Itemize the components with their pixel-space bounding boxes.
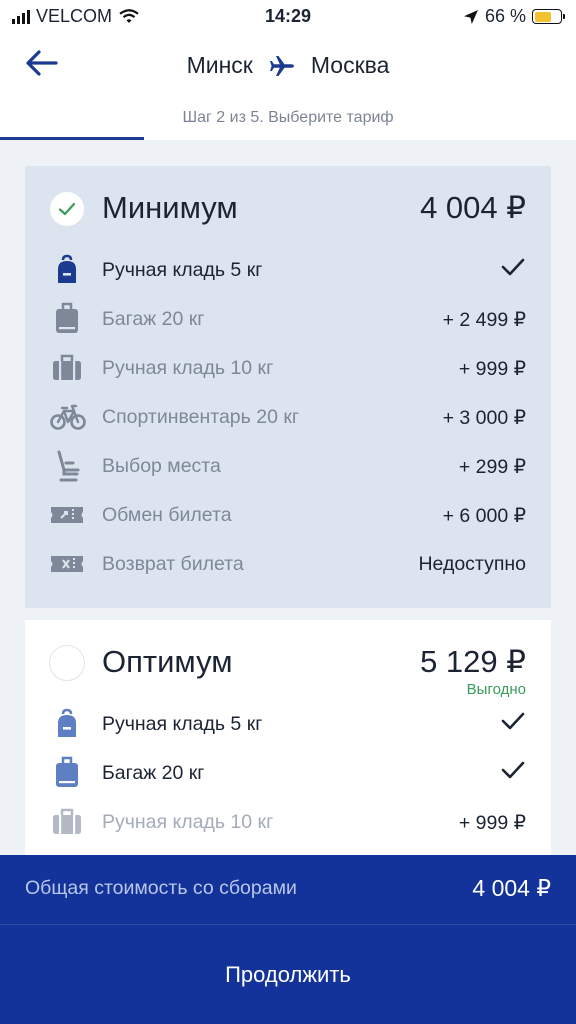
included-check-icon bbox=[500, 759, 526, 787]
option-label: Обмен билета bbox=[102, 504, 232, 526]
included-check-icon bbox=[500, 710, 526, 738]
option-row: Возврат билета Недоступно bbox=[25, 546, 551, 582]
option-value: + 299 ₽ bbox=[458, 456, 526, 478]
option-value: + 2 499 ₽ bbox=[442, 309, 526, 331]
option-value: Недоступно bbox=[418, 553, 526, 575]
total-label: Общая стоимость со сборами bbox=[25, 877, 297, 899]
option-label: Ручная кладь 10 кг bbox=[102, 811, 274, 833]
option-row[interactable]: Багаж 20 кг + 2 499 ₽ bbox=[25, 301, 551, 337]
option-label: Ручная кладь 5 кг bbox=[102, 713, 263, 735]
option-value: + 999 ₽ bbox=[458, 358, 526, 380]
check-icon bbox=[58, 202, 76, 216]
ticket-exchange-icon bbox=[49, 497, 85, 533]
option-label: Ручная кладь 5 кг bbox=[102, 259, 263, 281]
backpack-icon bbox=[49, 252, 85, 288]
bag-icon bbox=[49, 350, 85, 386]
fare-radio-selected[interactable] bbox=[49, 191, 85, 227]
option-row: Багаж 20 кг bbox=[25, 755, 551, 791]
suitcase-icon bbox=[49, 301, 85, 337]
backpack-icon bbox=[49, 706, 85, 742]
total-value: 4 004 ₽ bbox=[472, 875, 551, 901]
route: Минск Москва bbox=[0, 52, 576, 79]
option-label: Багаж 20 кг bbox=[102, 308, 205, 330]
option-row: Ручная кладь 5 кг bbox=[25, 706, 551, 742]
location-arrow-icon bbox=[463, 9, 478, 24]
step-progress-bar bbox=[0, 137, 144, 140]
seat-icon bbox=[49, 448, 85, 484]
option-label: Багаж 20 кг bbox=[102, 762, 205, 784]
option-label: Спортинвентарь 20 кг bbox=[102, 406, 299, 428]
status-right: 66 % bbox=[463, 6, 565, 27]
option-row[interactable]: Обмен билета + 6 000 ₽ bbox=[25, 497, 551, 533]
option-row: Ручная кладь 5 кг bbox=[25, 252, 551, 288]
option-row[interactable]: Ручная кладь 10 кг + 999 ₽ bbox=[25, 350, 551, 386]
option-label: Возврат билета bbox=[102, 553, 244, 575]
total-row: Общая стоимость со сборами 4 004 ₽ bbox=[0, 855, 576, 925]
option-row[interactable]: Спортинвентарь 20 кг + 3 000 ₽ bbox=[25, 399, 551, 435]
battery-icon bbox=[532, 9, 565, 24]
destination-city: Москва bbox=[310, 52, 390, 78]
option-value: + 6 000 ₽ bbox=[442, 505, 526, 527]
fare-price: 4 004 ₽ bbox=[420, 190, 526, 225]
option-row[interactable]: Выбор места + 299 ₽ bbox=[25, 448, 551, 484]
header: Минск Москва Шаг 2 из 5. Выберите тариф bbox=[0, 34, 576, 140]
fare-card-optimum[interactable]: Оптимум 5 129 ₽ Выгодно Ручная кладь 5 к… bbox=[25, 620, 551, 860]
fare-title: Оптимум bbox=[102, 644, 233, 679]
footer-bar: Общая стоимость со сборами 4 004 ₽ Продо… bbox=[0, 855, 576, 1024]
option-value: + 999 ₽ bbox=[458, 812, 526, 834]
fare-title: Минимум bbox=[102, 190, 238, 225]
airplane-icon bbox=[269, 55, 294, 76]
fare-price: 5 129 ₽ bbox=[420, 644, 526, 679]
bag-icon bbox=[49, 804, 85, 840]
option-row[interactable]: Ручная кладь 10 кг + 999 ₽ bbox=[25, 804, 551, 840]
origin-city: Минск bbox=[186, 52, 253, 78]
fare-card-minimum[interactable]: Минимум 4 004 ₽ Ручная кладь 5 кг Багаж … bbox=[25, 166, 551, 608]
option-label: Выбор места bbox=[102, 455, 221, 477]
step-indicator: Шаг 2 из 5. Выберите тариф bbox=[182, 109, 394, 126]
fare-radio-unselected[interactable] bbox=[49, 645, 85, 681]
battery-percent: 66 % bbox=[484, 6, 526, 26]
continue-button[interactable]: Продолжить bbox=[0, 925, 576, 1024]
included-check-icon bbox=[500, 256, 526, 284]
suitcase-icon bbox=[49, 755, 85, 791]
option-label: Ручная кладь 10 кг bbox=[102, 357, 274, 379]
status-bar: VELCOM 14:29 66 % bbox=[0, 0, 576, 34]
value-badge: Выгодно bbox=[466, 681, 526, 698]
battery-fill bbox=[534, 11, 551, 22]
ticket-refund-icon bbox=[49, 546, 85, 582]
bicycle-icon bbox=[49, 399, 86, 435]
option-value: + 3 000 ₽ bbox=[442, 407, 526, 429]
